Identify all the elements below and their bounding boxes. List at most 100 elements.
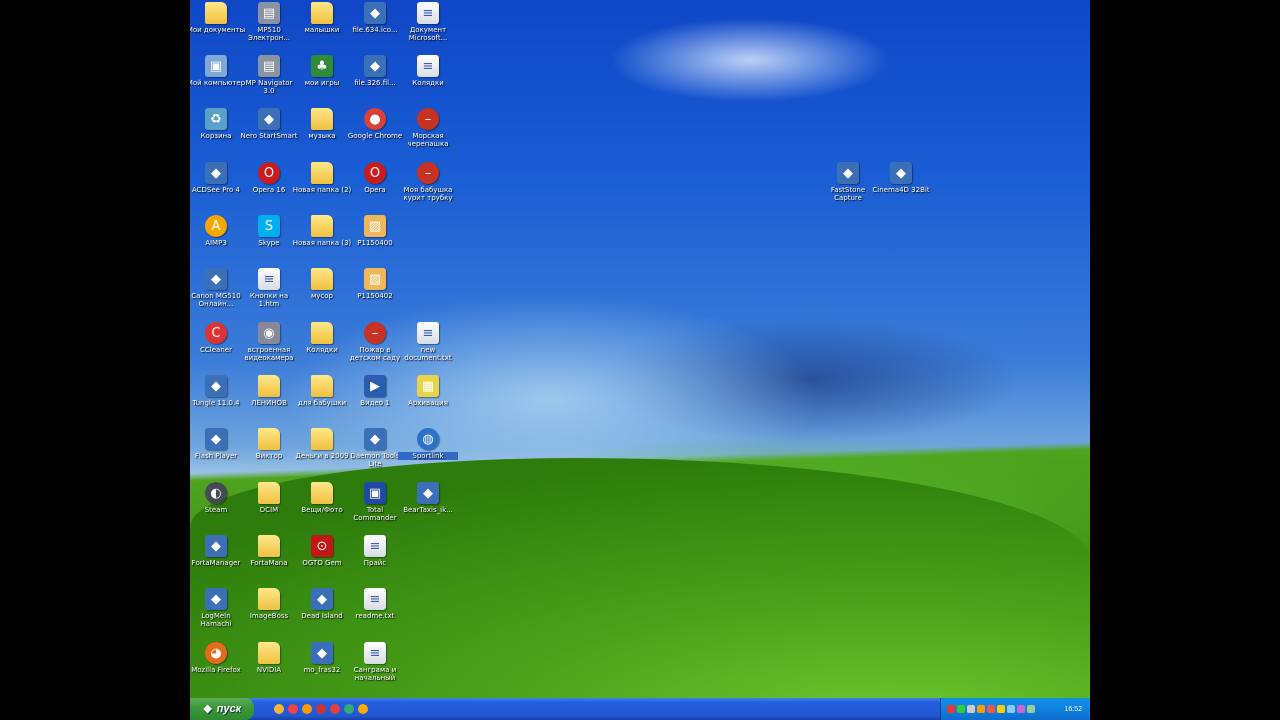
desktop-shortcut[interactable]: ◆ LogMeIn Hamachi — [190, 586, 242, 638]
desktop-shortcut[interactable]: ≡ Колядки — [402, 53, 454, 105]
tray-icon[interactable] — [977, 705, 985, 713]
document-icon: ≡ — [364, 588, 386, 610]
desktop-shortcut[interactable]: ЛЕНИНОВ — [243, 373, 295, 425]
desktop-shortcut[interactable]: ▤ MP Navigator 3.0 — [243, 53, 295, 105]
desktop-shortcut[interactable]: ◆ Tungle 11.0.4 — [190, 373, 242, 425]
desktop-shortcut[interactable]: Колядки — [296, 320, 348, 372]
desktop-shortcut[interactable]: ◆ Daemon Tools Lite — [349, 426, 401, 478]
desktop-shortcut[interactable]: ImageBoss — [243, 586, 295, 638]
desktop-shortcut-label: Canon MG510 Онлайн... — [191, 292, 241, 308]
desktop-shortcut[interactable]: мусор — [296, 266, 348, 318]
taskbar-clock[interactable]: 16:52 — [1064, 706, 1090, 713]
desktop-shortcut[interactable]: ◆ FortaManager — [190, 533, 242, 585]
desktop-shortcut[interactable]: Новая папка (3) — [293, 213, 351, 265]
desktop-shortcut[interactable]: C CCleaner — [190, 320, 242, 372]
desktop-shortcut[interactable]: O Opera 16 — [243, 160, 295, 212]
desktop-shortcut[interactable]: ♣ мои игры — [296, 53, 348, 105]
desktop-shortcut[interactable]: ◆ file.634.ico... — [349, 0, 401, 52]
desktop-shortcut[interactable]: ◆ Dead Island — [296, 586, 348, 638]
quick-launch-icon[interactable] — [274, 704, 284, 714]
quick-launch-icon[interactable] — [316, 704, 326, 714]
desktop-shortcut[interactable]: ▨ P1150402 — [349, 266, 401, 318]
folder-icon — [311, 268, 333, 290]
desktop-shortcut-label: ImageBoss — [249, 612, 289, 620]
desktop-shortcut[interactable]: Новая папка (2) — [293, 160, 351, 212]
desktop-shortcut[interactable]: ▣ Total Commander — [349, 480, 401, 532]
folder-icon — [205, 2, 227, 24]
desktop-shortcut[interactable]: ⊙ OGTO Gem — [296, 533, 348, 585]
desktop-shortcut[interactable]: ≡ Санграма и начальный — [349, 640, 401, 692]
desktop-shortcut[interactable]: ◕ Mozilla Firefox — [190, 640, 242, 692]
desktop-shortcut[interactable]: ◉ встроенная видеокамера — [243, 320, 295, 372]
quick-launch-icon[interactable] — [344, 704, 354, 714]
desktop-shortcut-label: Skype — [258, 239, 280, 247]
tray-icon[interactable] — [1027, 705, 1035, 713]
desktop-shortcut[interactable]: ◆ FastStone Capture — [822, 160, 874, 212]
desktop-shortcut[interactable]: ≡ Кнопки на 1.htm — [243, 266, 295, 318]
folder-icon — [258, 535, 280, 557]
desktop-shortcut[interactable]: ◆ ACDSee Pro 4 — [190, 160, 242, 212]
tray-icon[interactable] — [997, 705, 1005, 713]
desktop-shortcut[interactable]: Виктор — [243, 426, 295, 478]
desktop-shortcut[interactable]: – Моя бабушка курит трубку — [402, 160, 454, 212]
desktop-shortcut[interactable]: S Skype — [243, 213, 295, 265]
desktop-shortcut[interactable]: ● Google Chrome — [348, 106, 402, 158]
desktop-shortcut[interactable]: ▨ P1150400 — [349, 213, 401, 265]
desktop-shortcut[interactable]: Вещи/Фото — [296, 480, 348, 532]
tray-icon[interactable] — [987, 705, 995, 713]
tray-icon[interactable] — [947, 705, 955, 713]
desktop-shortcut[interactable]: ▣ Мой компьютер — [190, 53, 245, 105]
tray-icon[interactable] — [967, 705, 975, 713]
desktop-shortcut[interactable]: ≡ new document.txt — [402, 320, 454, 372]
desktop-shortcut[interactable]: O Opera — [349, 160, 401, 212]
desktop-shortcut[interactable]: ◐ Steam — [190, 480, 242, 532]
start-button[interactable]: ❖ пуск — [190, 698, 254, 720]
desktop-shortcut[interactable]: Деньги в 2009 — [295, 426, 349, 478]
desktop-shortcut[interactable]: ◆ BearTaxis_ik... — [402, 480, 454, 532]
desktop-shortcut[interactable]: – Пожар в детском саду — [349, 320, 401, 372]
tray-icon[interactable] — [1007, 705, 1015, 713]
quick-launch-icon[interactable] — [358, 704, 368, 714]
desktop-shortcut[interactable]: ≡ readme.txt — [349, 586, 401, 638]
desktop-shortcut[interactable]: ♻ Корзина — [190, 106, 242, 158]
document-icon: ≡ — [417, 2, 439, 24]
desktop-shortcut[interactable]: ◍ Sportlink — [398, 426, 458, 478]
desktop-shortcut-label: малышки — [304, 26, 340, 34]
desktop-shortcut[interactable]: ▤ MP510 Электрон... — [243, 0, 295, 52]
desktop-shortcut-label: Морская черепашка — [407, 132, 449, 148]
desktop-shortcut-label: DCIM — [259, 506, 279, 514]
application-icon: ◆ — [258, 108, 280, 130]
desktop-shortcut[interactable]: музыка — [296, 106, 348, 158]
desktop-shortcut[interactable]: FortaMana — [243, 533, 295, 585]
desktop-shortcut[interactable]: ◆ Flash Player — [190, 426, 242, 478]
quick-launch-icon[interactable] — [330, 704, 340, 714]
document-icon: ≡ — [417, 322, 439, 344]
quick-launch-icon[interactable] — [302, 704, 312, 714]
desktop-shortcut[interactable]: ◆ file.326.fil... — [349, 53, 401, 105]
desktop-shortcut[interactable]: NVIDIA — [243, 640, 295, 692]
tray-icon[interactable] — [1017, 705, 1025, 713]
desktop-shortcut[interactable]: для бабушки — [296, 373, 348, 425]
application-icon: ◆ — [311, 642, 333, 664]
desktop-shortcut[interactable]: ◆ Nero StartSmart — [240, 106, 298, 158]
desktop-shortcut[interactable]: DCIM — [243, 480, 295, 532]
aimp-icon: A — [205, 215, 227, 237]
desktop-shortcut-label: MP Navigator 3.0 — [245, 79, 293, 95]
desktop-shortcut[interactable]: ◆ mo_fras32 — [296, 640, 348, 692]
quick-launch-icon[interactable] — [288, 704, 298, 714]
desktop-shortcut[interactable]: ≡ Прайс — [349, 533, 401, 585]
desktop-shortcut-label: Санграма и начальный — [353, 666, 397, 682]
desktop-shortcut[interactable]: малышки — [296, 0, 348, 52]
desktop-shortcut[interactable]: ◆ Canon MG510 Онлайн... — [190, 266, 242, 318]
chrome-icon: ● — [364, 108, 386, 130]
desktop-shortcut[interactable]: ◆ Cinema4D 32Bit — [872, 160, 930, 212]
desktop-shortcut[interactable]: – Морская черепашка — [402, 106, 454, 158]
desktop-shortcut-label: FortaManager — [191, 559, 241, 567]
desktop-shortcut[interactable]: ≡ Документ Microsoft... — [402, 0, 454, 52]
desktop-shortcut[interactable]: Мои документы — [190, 0, 245, 52]
desktop-shortcut[interactable]: ▶ Видео 1 — [349, 373, 401, 425]
tray-icon[interactable] — [957, 705, 965, 713]
desktop-shortcut[interactable]: A AIMP3 — [190, 213, 242, 265]
desktop-shortcut[interactable]: ▦ Архивация — [402, 373, 454, 425]
desktop-shortcut-label: mo_fras32 — [303, 666, 341, 674]
